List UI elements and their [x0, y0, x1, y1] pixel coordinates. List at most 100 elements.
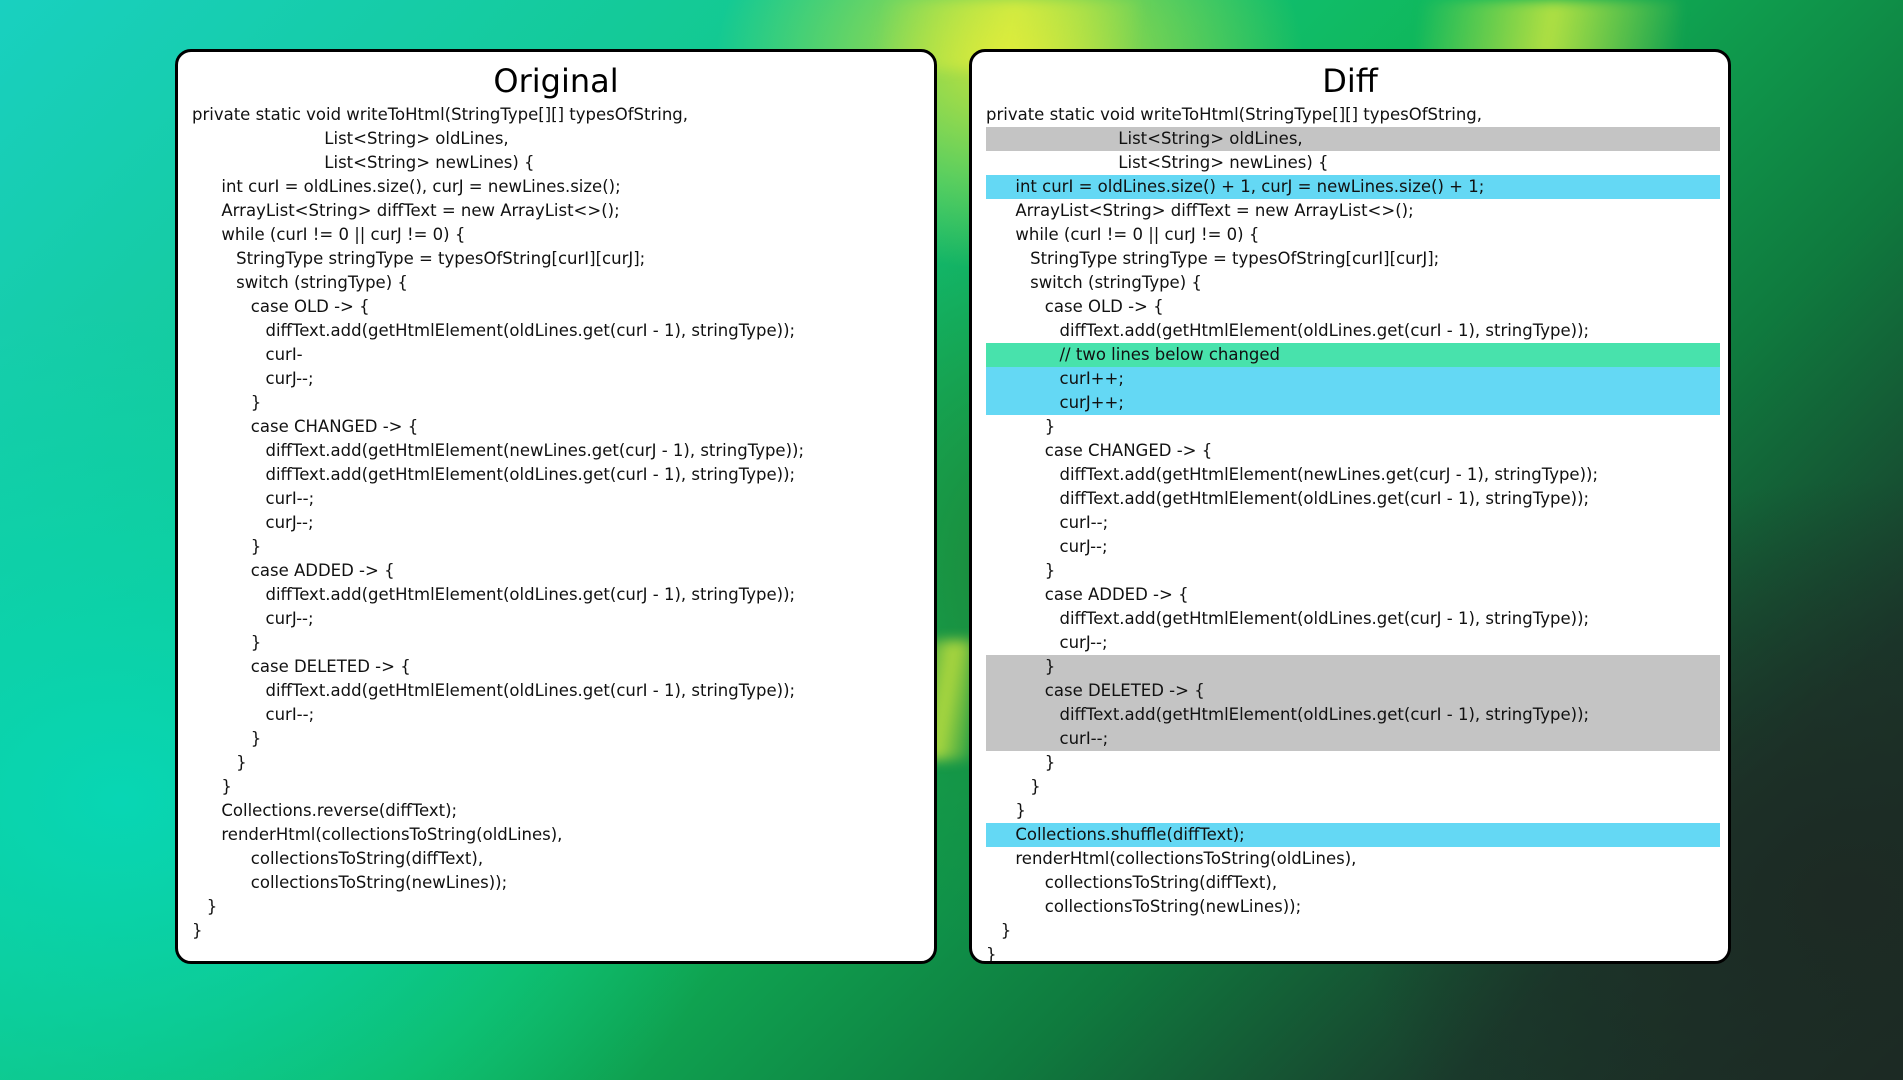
code-line: collectionsToString(diffText),: [192, 847, 926, 871]
code-line-text: Collections.reverse(diffText);: [221, 801, 458, 820]
code-line: switch (stringType) {: [986, 271, 1720, 295]
code-line-text: diffText.add(getHtmlElement(newLines.get…: [265, 441, 805, 460]
code-line-text: List<String> newLines) {: [1118, 153, 1329, 172]
diff-code: private static void writeToHtml(StringTy…: [986, 103, 1720, 964]
code-line-text: }: [1044, 753, 1056, 772]
code-line: diffText.add(getHtmlElement(oldLines.get…: [192, 679, 926, 703]
code-line-text: curJ--;: [1059, 537, 1108, 556]
code-line-highlighted-blue: curI++;: [986, 367, 1720, 391]
code-line-highlighted-gray: diffText.add(getHtmlElement(oldLines.get…: [986, 703, 1720, 727]
code-line: ArrayList<String> diffText = new ArrayLi…: [986, 199, 1720, 223]
code-line-text: List<String> oldLines,: [1118, 129, 1303, 148]
code-line: diffText.add(getHtmlElement(oldLines.get…: [986, 607, 1720, 631]
code-line-text: }: [206, 897, 218, 916]
code-line: diffText.add(getHtmlElement(newLines.get…: [986, 463, 1720, 487]
code-line: int curI = oldLines.size(), curJ = newLi…: [192, 175, 926, 199]
code-line-text: ArrayList<String> diffText = new ArrayLi…: [1015, 201, 1414, 220]
code-line-text: }: [250, 393, 262, 412]
code-line: case DELETED -> {: [192, 655, 926, 679]
code-line-text: }: [1044, 561, 1056, 580]
code-line: }: [192, 751, 926, 775]
code-line-text: case CHANGED -> {: [250, 417, 419, 436]
code-line-highlighted-gray: case DELETED -> {: [986, 679, 1720, 703]
code-line-text: StringType stringType = typesOfString[cu…: [236, 249, 646, 268]
code-line-text: private static void writeToHtml(StringTy…: [986, 105, 1482, 124]
code-line-highlighted-green: // two lines below changed: [986, 343, 1720, 367]
code-line-highlighted-gray: }: [986, 655, 1720, 679]
code-line-text: curI--;: [1059, 513, 1109, 532]
code-line: StringType stringType = typesOfString[cu…: [192, 247, 926, 271]
code-line-text: }: [986, 945, 997, 964]
code-line: }: [986, 415, 1720, 439]
code-line-text: private static void writeToHtml(StringTy…: [192, 105, 688, 124]
code-line-text: curI--;: [1059, 729, 1109, 748]
code-line-text: diffText.add(getHtmlElement(oldLines.get…: [1059, 705, 1590, 724]
code-line-text: renderHtml(collectionsToString(oldLines)…: [1015, 849, 1357, 868]
code-line-text: }: [250, 633, 262, 652]
code-line-text: List<String> oldLines,: [324, 129, 509, 148]
code-line-text: }: [1015, 801, 1026, 820]
code-line-text: curJ--;: [265, 513, 314, 532]
code-line: case ADDED -> {: [192, 559, 926, 583]
code-line: diffText.add(getHtmlElement(oldLines.get…: [192, 583, 926, 607]
code-line-text: renderHtml(collectionsToString(oldLines)…: [221, 825, 563, 844]
code-line-text: curI++;: [1059, 369, 1124, 388]
code-line-text: curJ--;: [265, 369, 314, 388]
code-line: case OLD -> {: [192, 295, 926, 319]
code-line: diffText.add(getHtmlElement(oldLines.get…: [192, 463, 926, 487]
code-line: }: [192, 535, 926, 559]
code-line: collectionsToString(newLines));: [986, 895, 1720, 919]
code-line: }: [192, 775, 926, 799]
code-line-text: diffText.add(getHtmlElement(oldLines.get…: [265, 321, 796, 340]
code-line-text: curJ--;: [1059, 633, 1108, 652]
code-line-text: curI--;: [265, 489, 315, 508]
code-line: diffText.add(getHtmlElement(newLines.get…: [192, 439, 926, 463]
code-line: }: [192, 919, 926, 943]
code-line-text: curI-: [265, 345, 303, 364]
code-line: }: [986, 775, 1720, 799]
code-line-text: }: [1000, 921, 1012, 940]
code-line-text: }: [250, 537, 262, 556]
code-line-text: int curI = oldLines.size(), curJ = newLi…: [221, 177, 621, 196]
code-line: curJ--;: [192, 607, 926, 631]
code-line-highlighted-gray: curI--;: [986, 727, 1720, 751]
code-line: curJ--;: [986, 535, 1720, 559]
code-line-text: while (curI != 0 || curJ != 0) {: [221, 225, 466, 244]
code-line-text: case DELETED -> {: [1044, 681, 1205, 700]
code-line-text: case DELETED -> {: [250, 657, 411, 676]
original-panel: Original private static void writeToHtml…: [175, 49, 937, 964]
diff-title: Diff: [1322, 62, 1378, 100]
code-line-text: collectionsToString(newLines));: [1044, 897, 1302, 916]
code-line-text: curI--;: [265, 705, 315, 724]
code-line-text: collectionsToString(newLines));: [250, 873, 508, 892]
code-line: }: [192, 631, 926, 655]
code-line-text: StringType stringType = typesOfString[cu…: [1030, 249, 1440, 268]
code-line-text: diffText.add(getHtmlElement(oldLines.get…: [265, 585, 796, 604]
code-line-text: Collections.shuffle(diffText);: [1015, 825, 1245, 844]
code-line-text: case OLD -> {: [250, 297, 370, 316]
code-line: StringType stringType = typesOfString[cu…: [986, 247, 1720, 271]
code-line: }: [986, 799, 1720, 823]
code-line-text: int curI = oldLines.size() + 1, curJ = n…: [1015, 177, 1485, 196]
code-line-text: ArrayList<String> diffText = new ArrayLi…: [221, 201, 620, 220]
code-line-highlighted-blue: curJ++;: [986, 391, 1720, 415]
code-line: curJ--;: [986, 631, 1720, 655]
code-line-text: diffText.add(getHtmlElement(newLines.get…: [1059, 465, 1599, 484]
code-line-text: // two lines below changed: [1059, 345, 1281, 364]
code-line-text: diffText.add(getHtmlElement(oldLines.get…: [1059, 489, 1590, 508]
code-line-highlighted-gray: List<String> oldLines,: [986, 127, 1720, 151]
code-line-text: switch (stringType) {: [1030, 273, 1202, 292]
code-line-text: collectionsToString(diffText),: [250, 849, 484, 868]
code-line: case CHANGED -> {: [192, 415, 926, 439]
code-line-text: while (curI != 0 || curJ != 0) {: [1015, 225, 1260, 244]
code-line-text: switch (stringType) {: [236, 273, 408, 292]
code-line: curJ--;: [192, 511, 926, 535]
code-line: while (curI != 0 || curJ != 0) {: [986, 223, 1720, 247]
code-line-text: }: [250, 729, 262, 748]
code-line: renderHtml(collectionsToString(oldLines)…: [192, 823, 926, 847]
code-line: diffText.add(getHtmlElement(oldLines.get…: [986, 319, 1720, 343]
code-line: List<String> newLines) {: [192, 151, 926, 175]
code-line: case ADDED -> {: [986, 583, 1720, 607]
code-line: ArrayList<String> diffText = new ArrayLi…: [192, 199, 926, 223]
diff-panel: Diff private static void writeToHtml(Str…: [969, 49, 1731, 964]
